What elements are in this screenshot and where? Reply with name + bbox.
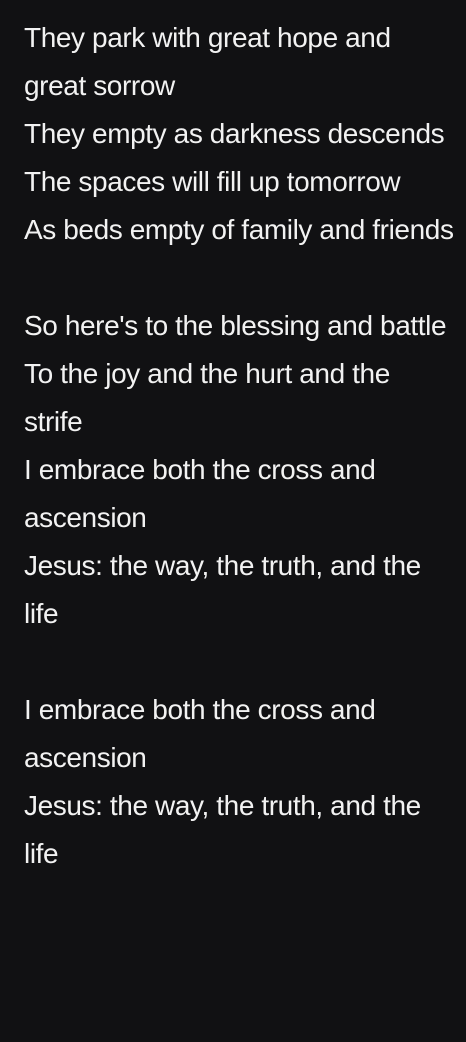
- poem-line: Jesus: the way, the truth, and the life: [24, 790, 421, 869]
- poem-text: They park with great hope and great sorr…: [24, 14, 454, 878]
- stanza: They park with great hope and great sorr…: [24, 14, 454, 254]
- poem-line: They park with great hope and great sorr…: [24, 22, 391, 101]
- poem-line: I embrace both the cross and ascension: [24, 694, 376, 773]
- poem-line: The spaces will fill up tomorrow: [24, 166, 401, 197]
- poem-line: To the joy and the hurt and the strife: [24, 358, 390, 437]
- stanza-gap: [24, 254, 454, 302]
- poem-line: As beds empty of family and friends: [24, 214, 454, 245]
- stanza-gap: [24, 638, 454, 686]
- poem-line: Jesus: the way, the truth, and the life: [24, 550, 421, 629]
- stanza: I embrace both the cross and ascension J…: [24, 686, 454, 878]
- poem-line: They empty as darkness descends: [24, 118, 445, 149]
- poem-line: I embrace both the cross and ascension: [24, 454, 376, 533]
- stanza: So here's to the blessing and battle To …: [24, 302, 454, 638]
- poem-line: So here's to the blessing and battle: [24, 310, 447, 341]
